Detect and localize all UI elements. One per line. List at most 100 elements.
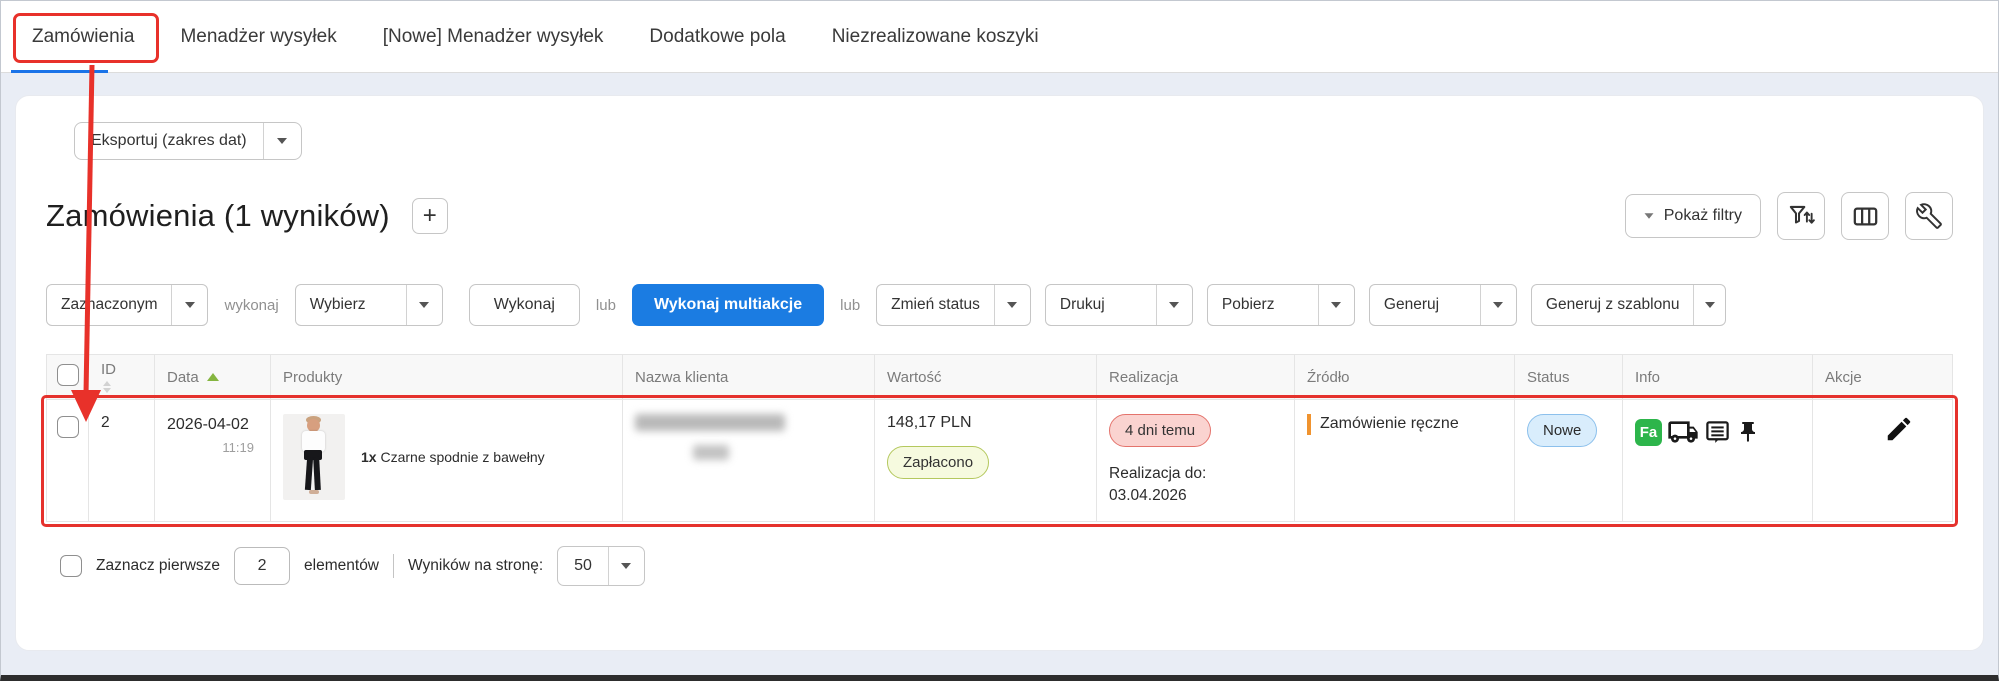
download-select-value: Pobierz	[1208, 285, 1318, 325]
column-header-status[interactable]: Status	[1515, 355, 1623, 400]
column-label-date: Data	[167, 369, 199, 386]
print-select-toggle[interactable]	[1156, 285, 1192, 325]
client-name-redacted	[635, 414, 785, 431]
elements-label: elementów	[304, 557, 379, 575]
target-select-value: Zaznaczonym	[47, 285, 171, 325]
sort-ascending-icon	[207, 373, 219, 381]
client-name-cell	[623, 400, 875, 522]
realization-age-badge: 4 dni temu	[1109, 414, 1211, 447]
chevron-down-icon	[1007, 302, 1017, 308]
order-row[interactable]: 2 2026-04-02 11:19	[47, 400, 1953, 522]
invoice-icon[interactable]: Fa	[1635, 419, 1662, 446]
select-first-count-input[interactable]	[234, 547, 290, 585]
chevron-down-icon	[419, 302, 429, 308]
tab-nowe-menadzer-wysylek[interactable]: [Nowe] Menadżer wysyłek	[383, 1, 604, 72]
export-button-label: Eksportuj (zakres dat)	[75, 123, 263, 159]
column-header-id[interactable]: ID	[89, 355, 155, 400]
chevron-down-icon	[185, 302, 195, 308]
tab-zamowienia[interactable]: Zamówienia	[32, 1, 134, 72]
page-title: Zamówienia (1 wyników)	[46, 198, 390, 234]
order-id-cell: 2	[89, 400, 155, 522]
change-status-select[interactable]: Zmień status	[876, 284, 1031, 326]
multiactions-button[interactable]: Wykonaj multiakcje	[632, 284, 824, 326]
column-label-id: ID	[101, 361, 142, 378]
order-value-cell: 148,17 PLN Zapłacono	[875, 400, 1097, 522]
column-header-date[interactable]: Data	[155, 355, 271, 400]
change-status-value: Zmień status	[877, 285, 994, 325]
order-source: Zamówienie ręczne	[1307, 414, 1502, 435]
info-cell: Fa	[1623, 400, 1813, 522]
app-window: Zamówienia Menadżer wysyłek [Nowe] Menad…	[0, 0, 1999, 681]
chevron-down-icon	[1493, 302, 1503, 308]
action-choose-toggle[interactable]	[406, 285, 442, 325]
column-header-value[interactable]: Wartość	[875, 355, 1097, 400]
or-text: lub	[594, 297, 618, 314]
per-page-value: 50	[558, 547, 608, 585]
generate-template-value: Generuj z szablonu	[1532, 285, 1694, 325]
print-select[interactable]: Drukuj	[1045, 284, 1193, 326]
pushpin-icon[interactable]	[1736, 420, 1760, 444]
order-products-cell: 1x Czarne spodnie z bawełny	[271, 400, 623, 522]
tab-dodatkowe-pola[interactable]: Dodatkowe pola	[649, 1, 785, 72]
realization-due-label: Realizacja do:	[1109, 463, 1282, 485]
top-tab-bar: Zamówienia Menadżer wysyłek [Nowe] Menad…	[1, 1, 1998, 73]
shipping-truck-icon[interactable]	[1667, 416, 1699, 448]
per-page-select[interactable]: 50	[557, 546, 645, 586]
generate-select[interactable]: Generuj	[1369, 284, 1517, 326]
wrench-icon	[1916, 203, 1942, 229]
edit-pencil-icon[interactable]	[1884, 414, 1914, 444]
payment-status-badge: Zapłacono	[887, 446, 989, 479]
per-page-toggle[interactable]	[608, 547, 644, 585]
add-order-button[interactable]: +	[412, 198, 448, 234]
generate-template-toggle[interactable]	[1693, 285, 1725, 325]
column-header-products[interactable]: Produkty	[271, 355, 623, 400]
product-line[interactable]: 1x Czarne spodnie z bawełny	[361, 449, 545, 465]
generate-select-toggle[interactable]	[1480, 285, 1516, 325]
action-choose-select[interactable]: Wybierz	[295, 284, 443, 326]
realization-due-date: 03.04.2026	[1109, 485, 1282, 507]
row-checkbox[interactable]	[57, 416, 79, 438]
download-select-toggle[interactable]	[1318, 285, 1354, 325]
actions-cell	[1813, 400, 1953, 522]
execute-button[interactable]: Wykonaj	[469, 284, 580, 326]
column-header-client[interactable]: Nazwa klienta	[623, 355, 875, 400]
tab-niezrealizowane-koszyki[interactable]: Niezrealizowane koszyki	[832, 1, 1039, 72]
export-date-range-button[interactable]: Eksportuj (zakres dat)	[74, 122, 302, 160]
chevron-down-icon	[621, 563, 631, 569]
chevron-down-icon	[1169, 302, 1179, 308]
column-header-actions: Akcje	[1813, 355, 1953, 400]
chevron-down-icon	[1705, 302, 1715, 308]
client-name-redacted-2	[693, 445, 729, 460]
print-select-value: Drukuj	[1046, 285, 1156, 325]
source-cell: Zamówienie ręczne	[1295, 400, 1515, 522]
tab-menadzer-wysylek[interactable]: Menadżer wysyłek	[180, 1, 336, 72]
orders-table: ID Data Produkty Naz	[46, 354, 1953, 522]
filter-sort-button[interactable]	[1777, 192, 1825, 240]
generate-template-select[interactable]: Generuj z szablonu	[1531, 284, 1727, 326]
target-select[interactable]: Zaznaczonym	[46, 284, 208, 326]
tools-button[interactable]	[1905, 192, 1953, 240]
per-page-label: Wyników na stronę:	[408, 557, 543, 575]
select-all-checkbox[interactable]	[57, 364, 79, 386]
chevron-down-icon	[277, 138, 287, 144]
note-icon[interactable]	[1704, 419, 1731, 446]
download-select[interactable]: Pobierz	[1207, 284, 1355, 326]
order-time: 11:19	[167, 440, 258, 455]
generate-select-value: Generuj	[1370, 285, 1480, 325]
select-first-checkbox[interactable]	[60, 555, 82, 577]
order-date: 2026-04-02	[167, 414, 251, 436]
show-filters-button[interactable]: Pokaż filtry	[1625, 194, 1761, 238]
column-header-info: Info	[1623, 355, 1813, 400]
orders-panel: Eksportuj (zakres dat) Zamówienia (1 wyn…	[15, 95, 1984, 651]
column-header-source[interactable]: Źródło	[1295, 355, 1515, 400]
columns-icon	[1852, 203, 1879, 230]
order-total: 148,17 PLN	[887, 414, 1084, 432]
product-thumbnail[interactable]	[283, 414, 345, 500]
export-dropdown-toggle[interactable]	[263, 123, 301, 159]
column-header-realization[interactable]: Realizacja	[1097, 355, 1295, 400]
columns-settings-button[interactable]	[1841, 192, 1889, 240]
chevron-down-icon	[1331, 302, 1341, 308]
change-status-toggle[interactable]	[994, 285, 1030, 325]
perform-text: wykonaj	[222, 297, 280, 314]
target-select-toggle[interactable]	[171, 285, 207, 325]
